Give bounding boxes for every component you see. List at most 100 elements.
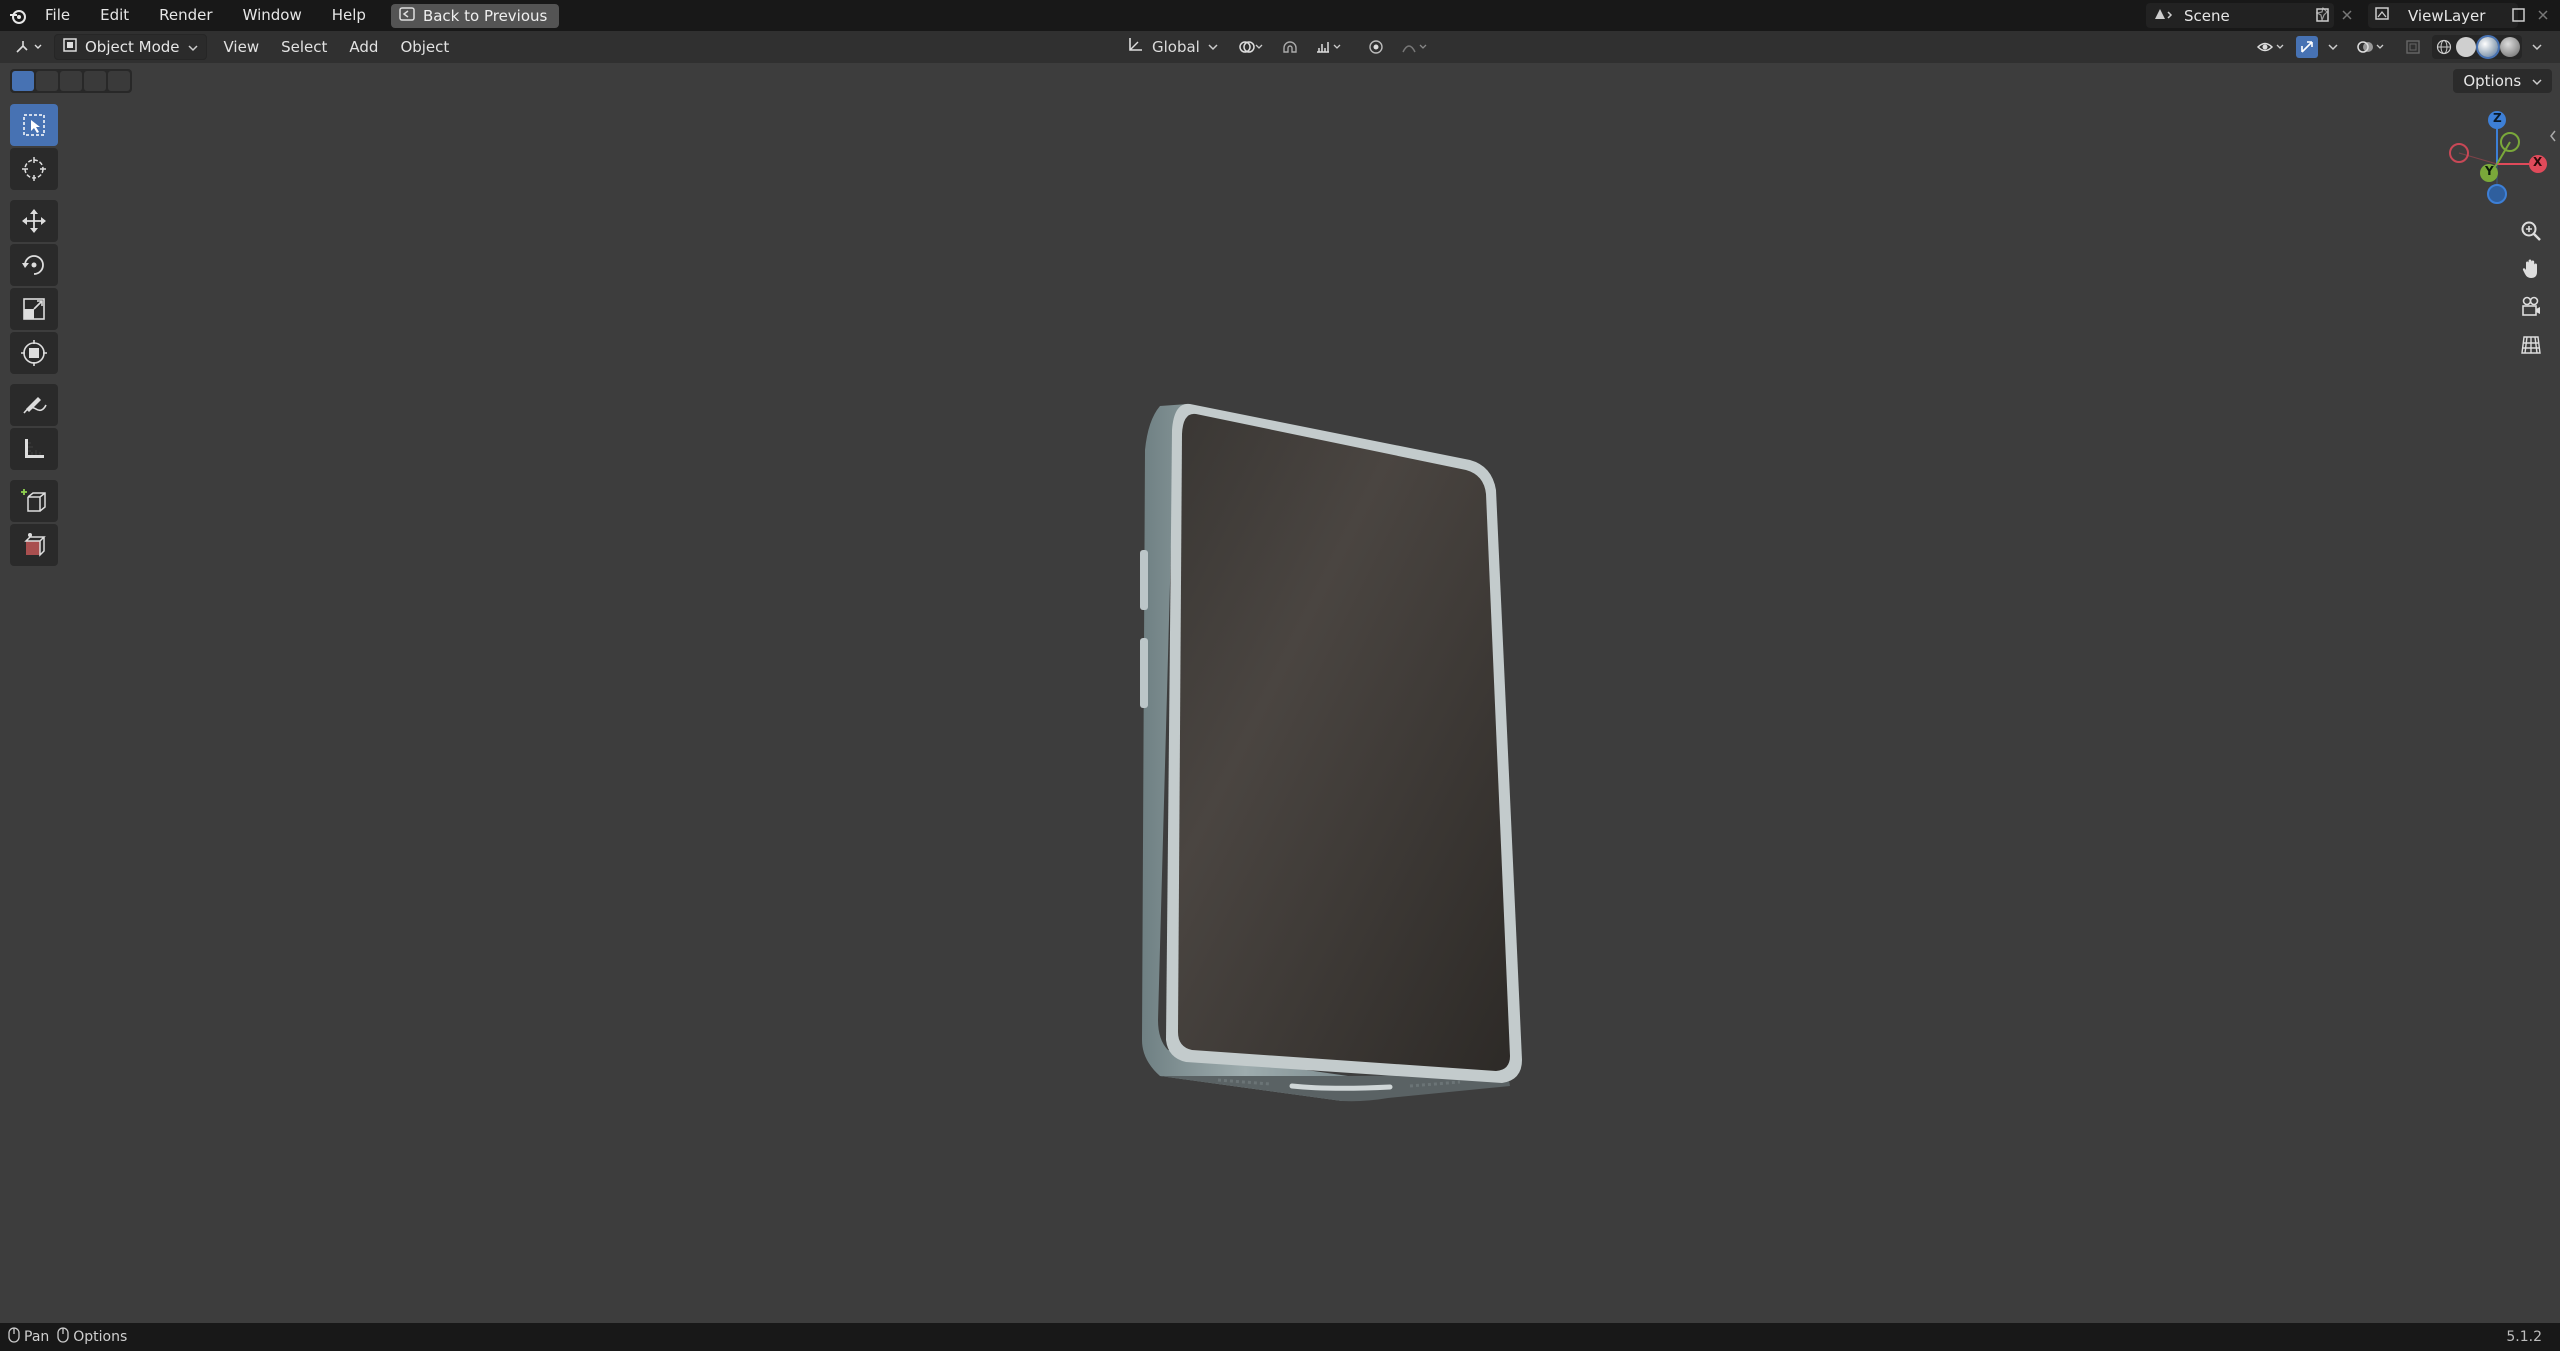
object-mode-dropdown[interactable]: Object Mode: [54, 34, 207, 60]
scene-icon: [2152, 6, 2174, 26]
move-icon: [22, 209, 46, 233]
move-tool[interactable]: [10, 200, 58, 242]
status-pan: Pan: [8, 1327, 49, 1347]
mouse-right-icon: [57, 1327, 69, 1347]
select-subtract-mode-icon[interactable]: [60, 71, 82, 91]
status-bar: Pan Options 5.1.2: [0, 1323, 2560, 1351]
tool-shelf: [10, 104, 58, 566]
select-invert-mode-icon[interactable]: [84, 71, 106, 91]
select-intersect-mode-icon[interactable]: [108, 71, 130, 91]
select-box-icon: [23, 114, 45, 136]
proportional-editing-icon[interactable]: [1364, 36, 1388, 58]
orientation-label: Global: [1152, 38, 1200, 56]
rotate-tool[interactable]: [10, 244, 58, 286]
extrude-cube-tool[interactable]: [10, 524, 58, 566]
back-icon: [399, 6, 415, 25]
selection-mode-group: [10, 69, 132, 93]
menu-select[interactable]: Select: [270, 31, 338, 63]
status-pan-label: Pan: [24, 1329, 50, 1345]
editor-type-icon[interactable]: [12, 36, 48, 58]
transform-icon: [21, 340, 47, 366]
version-label: 5.1.2: [2506, 1329, 2542, 1345]
object-mode-label: Object Mode: [85, 38, 180, 56]
pivot-point-icon[interactable]: [1234, 36, 1268, 58]
overlays-icon[interactable]: [2354, 36, 2388, 58]
options-label: Options: [2463, 72, 2522, 90]
extrude-cube-icon: [24, 533, 46, 557]
rendered-shading-icon[interactable]: [2500, 37, 2520, 57]
pan-hand-icon[interactable]: [2514, 253, 2548, 285]
view-layer-selector[interactable]: ViewLayer: [2368, 3, 2518, 28]
new-scene-icon[interactable]: [2312, 4, 2334, 26]
rotate-icon: [22, 255, 44, 275]
add-cube-icon: [21, 489, 46, 512]
annotate-tool[interactable]: [10, 384, 58, 426]
blender-logo-icon[interactable]: [6, 5, 30, 27]
transform-tool[interactable]: [10, 332, 58, 374]
orientation-dropdown[interactable]: Global: [1120, 35, 1224, 59]
status-options-label: Options: [73, 1329, 128, 1345]
object-mode-icon: [63, 38, 77, 56]
menu-view[interactable]: View: [213, 31, 271, 63]
back-to-previous-button[interactable]: Back to Previous: [390, 3, 560, 28]
phone-model[interactable]: [1130, 390, 1530, 1130]
mouse-middle-icon: [8, 1327, 20, 1347]
measure-icon: [25, 439, 44, 458]
delete-scene-icon[interactable]: [2336, 4, 2358, 26]
snap-target-icon[interactable]: [1312, 36, 1346, 58]
falloff-icon[interactable]: [1398, 36, 1432, 58]
scene-name: Scene: [2184, 6, 2230, 25]
options-dropdown[interactable]: Options: [2453, 69, 2552, 93]
status-options: Options: [57, 1327, 127, 1347]
z-axis-label: Z: [2493, 111, 2502, 125]
view-layer-name: ViewLayer: [2408, 6, 2486, 25]
delete-view-layer-icon[interactable]: [2532, 4, 2554, 26]
shading-options-icon[interactable]: [2530, 36, 2544, 58]
menu-add[interactable]: Add: [338, 31, 389, 63]
cursor-icon: [22, 157, 46, 181]
top-bar: File Edit Render Window Help Back to Pre…: [0, 0, 2560, 31]
chevron-down-icon: [2532, 79, 2542, 86]
orientation-icon: [1126, 36, 1144, 58]
gizmo-toggle-icon[interactable]: [2296, 36, 2318, 58]
zoom-icon[interactable]: [2514, 215, 2548, 247]
cursor-tool[interactable]: [10, 148, 58, 190]
menu-file[interactable]: File: [30, 0, 85, 31]
menu-window[interactable]: Window: [228, 0, 317, 31]
measure-tool[interactable]: [10, 428, 58, 470]
transform-tools: Global: [1120, 31, 1432, 63]
solid-shading-icon[interactable]: [2456, 37, 2476, 57]
wireframe-shading-icon[interactable]: [2434, 37, 2454, 57]
shading-modes: [2432, 35, 2522, 59]
scene-selector[interactable]: Scene: [2146, 3, 2334, 28]
select-box-tool[interactable]: [10, 104, 58, 146]
perspective-toggle-icon[interactable]: [2514, 329, 2548, 361]
menu-object[interactable]: Object: [389, 31, 460, 63]
viewport-navigation: [2514, 215, 2548, 361]
view-layer-icon: [2374, 6, 2396, 26]
select-new-mode-icon[interactable]: [12, 71, 34, 91]
y-axis-label: Y: [2485, 164, 2494, 178]
menu-render[interactable]: Render: [144, 0, 227, 31]
sidebar-toggle-icon[interactable]: [2547, 125, 2559, 147]
menu-help[interactable]: Help: [317, 0, 381, 31]
menu-edit[interactable]: Edit: [85, 0, 144, 31]
gizmo-dropdown-icon[interactable]: [2326, 36, 2340, 58]
snap-icon[interactable]: [1278, 36, 1302, 58]
annotate-icon: [23, 397, 47, 414]
xray-icon[interactable]: [2402, 36, 2424, 58]
material-shading-icon[interactable]: [2478, 37, 2498, 57]
viewport-display-tools: [2254, 31, 2544, 63]
visibility-icon[interactable]: [2254, 36, 2288, 58]
scale-tool[interactable]: [10, 288, 58, 330]
new-view-layer-icon[interactable]: [2508, 4, 2530, 26]
camera-view-icon[interactable]: [2514, 291, 2548, 323]
scale-icon: [23, 298, 45, 320]
back-to-previous-label: Back to Previous: [422, 6, 548, 25]
chevron-down-icon: [187, 38, 198, 56]
select-extend-mode-icon[interactable]: [36, 71, 58, 91]
add-cube-tool[interactable]: [10, 480, 58, 522]
chevron-down-icon: [1208, 44, 1218, 51]
x-axis-label: X: [2533, 155, 2543, 169]
navigation-gizmo[interactable]: X Z Y: [2442, 104, 2552, 214]
